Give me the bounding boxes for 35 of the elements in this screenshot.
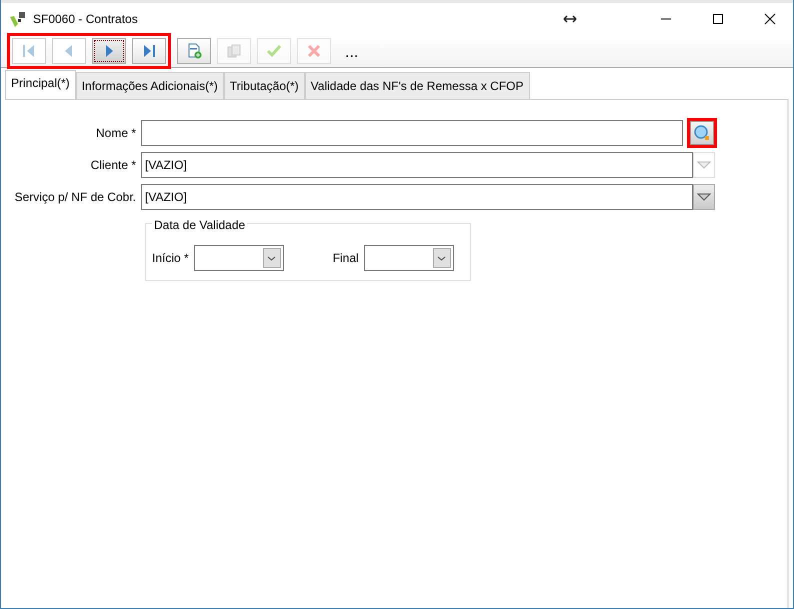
dropdown-button[interactable] (693, 184, 715, 210)
field-label: Nome * (94, 125, 137, 142)
field-label: Final (332, 250, 359, 267)
combo-field[interactable]: [VAZIO] (141, 184, 693, 210)
field-label: Serviço p/ NF de Cobr. (14, 189, 137, 206)
tab[interactable]: Principal(*) (5, 70, 76, 99)
tab[interactable]: Validade das NF's de Remessa x CFOP (304, 72, 530, 99)
cross-icon (306, 43, 322, 59)
date-combo-field[interactable] (364, 245, 454, 271)
tab[interactable]: Tributação(*) (224, 72, 305, 99)
name-input-field[interactable] (141, 120, 683, 146)
new-document-icon (186, 43, 202, 59)
chevron-down-icon (267, 256, 276, 260)
checkmark-icon (266, 43, 282, 59)
resize-arrow-icon (563, 15, 577, 23)
app-logo-icon (9, 10, 27, 28)
window-title: SF0060 - Contratos (33, 11, 139, 28)
last-record-button[interactable] (132, 38, 166, 64)
maximize-icon (712, 13, 724, 25)
chevron-down-icon (437, 256, 446, 260)
dropdown-arrow-icon (697, 193, 711, 201)
copy-documents-icon (226, 43, 242, 59)
close-icon (764, 13, 776, 25)
more-options-button[interactable]: ... (337, 41, 366, 65)
skip-to-end-icon (141, 43, 157, 59)
date-combo-field[interactable] (194, 245, 284, 271)
search-button[interactable] (687, 118, 717, 148)
tab[interactable]: Informações Adicionais(*) (76, 72, 224, 99)
new-document-button[interactable] (177, 38, 211, 64)
dropdown-arrow-icon (697, 161, 711, 169)
field-label: Cliente * (90, 157, 137, 174)
skip-to-start-icon (21, 43, 37, 59)
next-record-button[interactable] (92, 38, 126, 64)
search-icon (693, 124, 711, 142)
field-label: Início * (152, 250, 189, 267)
